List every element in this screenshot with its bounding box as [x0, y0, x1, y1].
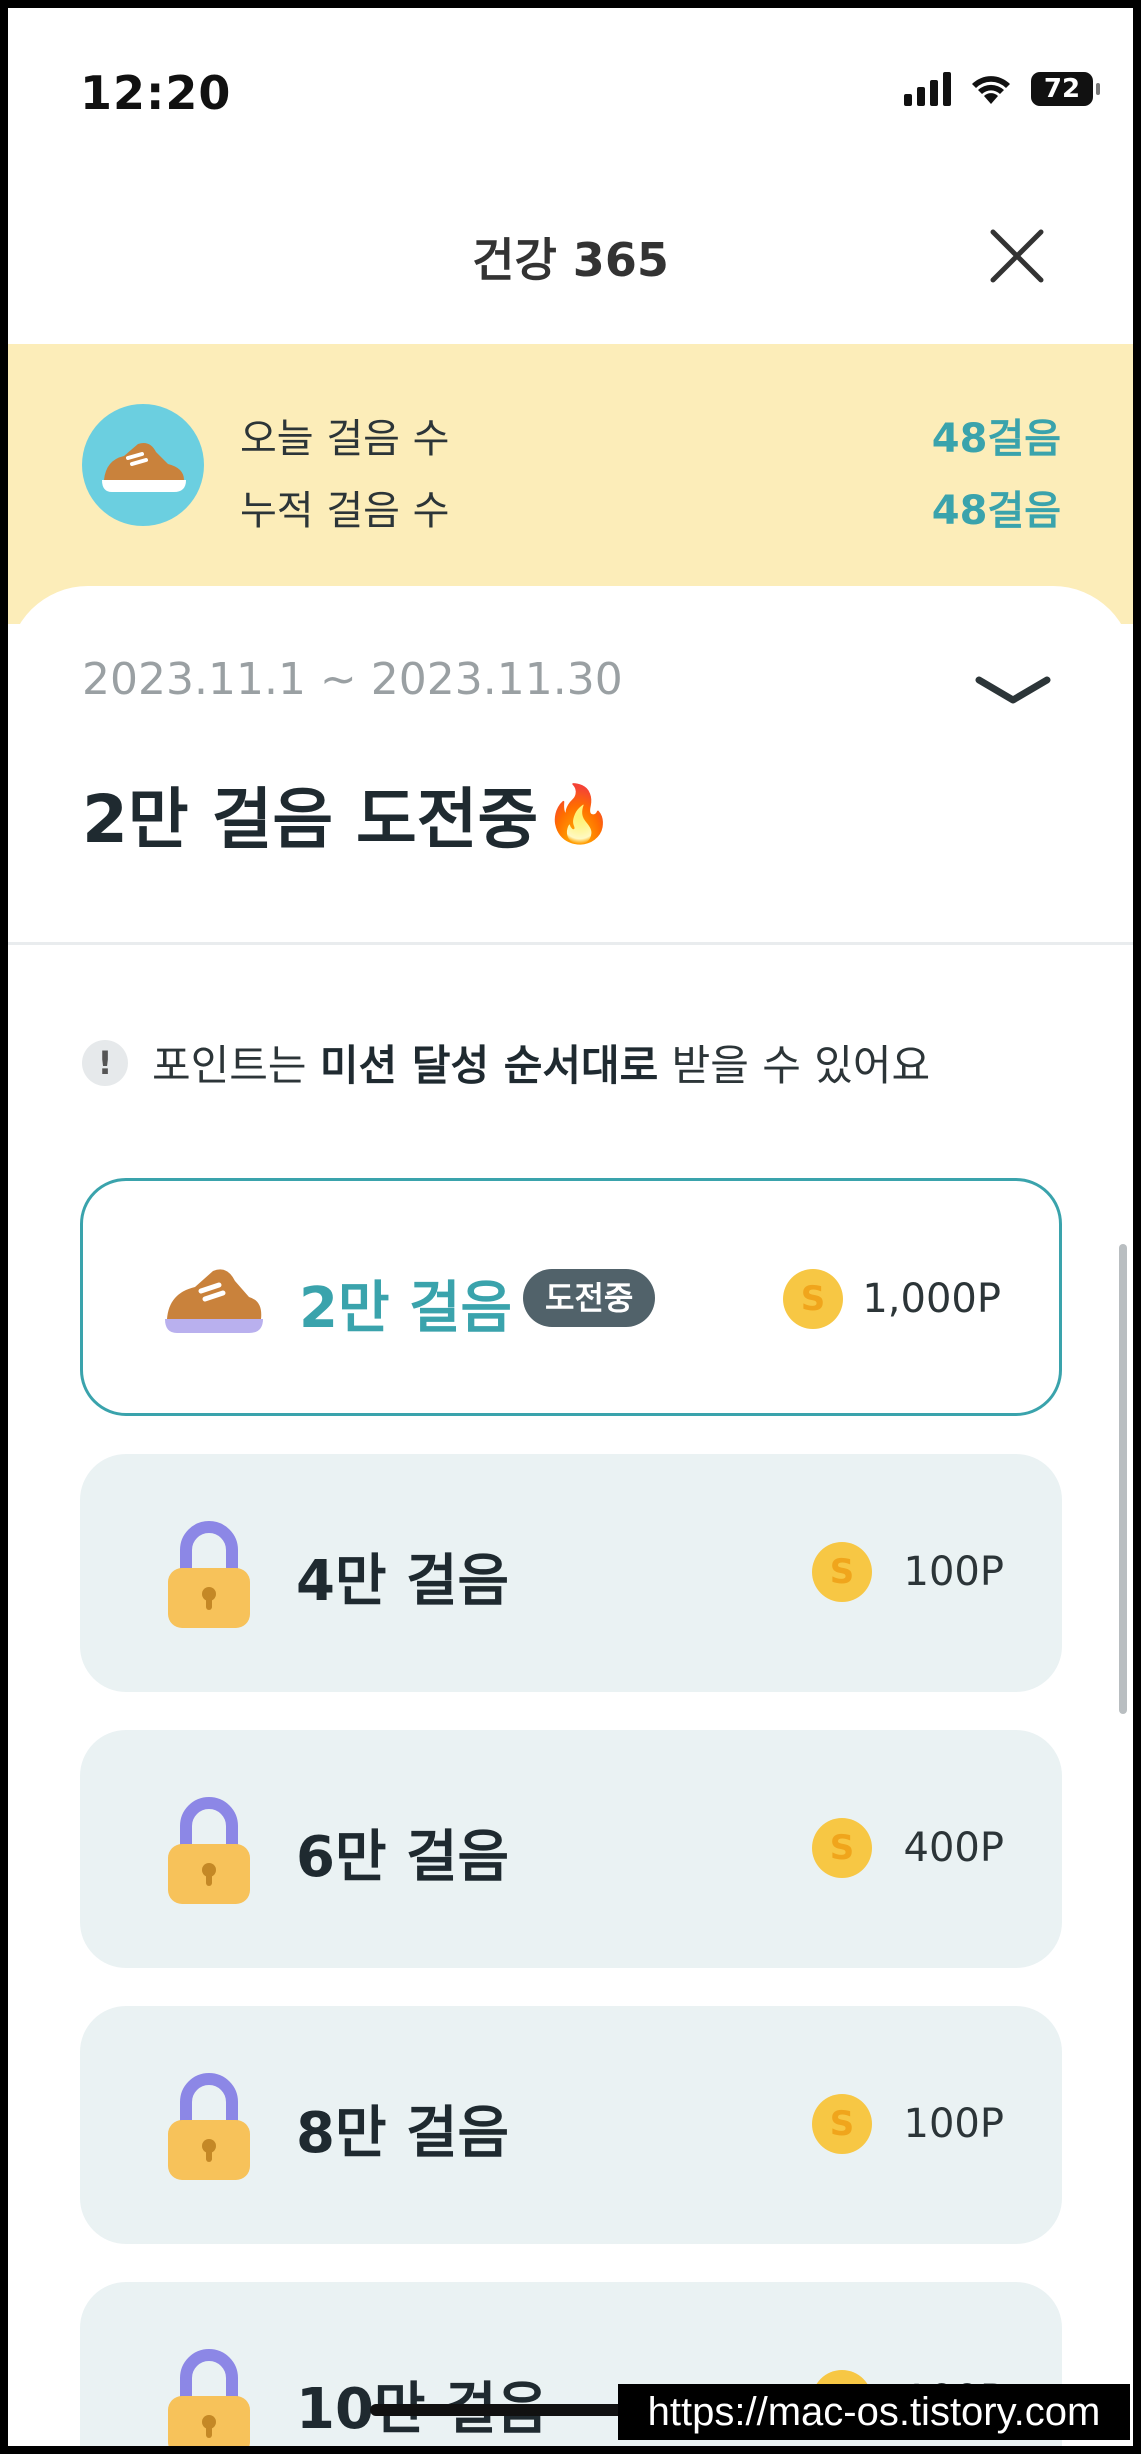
shoe-avatar — [82, 404, 204, 526]
lock-icon — [168, 2073, 250, 2180]
today-steps-label: 오늘 걸음 수 — [240, 416, 450, 462]
mission-card-20k[interactable]: 2만 걸음 도전중 S 1,000P — [80, 1178, 1062, 1416]
shoe-icon — [102, 443, 186, 492]
mission-label: 2만 걸음 — [299, 1276, 513, 1341]
status-badge: 도전중 — [523, 1269, 656, 1327]
status-time: 12:20 — [80, 66, 232, 120]
steps-summary: 오늘 걸음 수 48걸음 누적 걸음 수 48걸음 — [8, 344, 1133, 624]
mission-card-40k[interactable]: 4만 걸음 S 100P — [80, 1454, 1062, 1692]
total-steps-value: 48걸음 — [931, 488, 1061, 534]
nav-bar: 건강 365 — [8, 168, 1133, 344]
wifi-icon — [972, 76, 1010, 104]
shoe-icon — [165, 1269, 263, 1333]
cellular-signal-icon — [904, 72, 951, 106]
watermark-text: https://mac-os.tistory.com — [618, 2384, 1130, 2440]
total-steps-label: 누적 걸음 수 — [240, 488, 450, 534]
challenge-sheet: 2023.11.1 ~ 2023.11.30 2만 걸음 도전중 🔥 ! 포인트… — [8, 586, 1133, 2446]
chevron-down-icon[interactable] — [973, 670, 1053, 710]
status-bar: 12:20 72 — [8, 8, 1133, 168]
mission-label: 6만 걸음 — [296, 1825, 510, 1890]
mission-points: 100P — [903, 1549, 1004, 1595]
coin-icon: S — [812, 1542, 872, 1602]
coin-icon: S — [783, 1269, 843, 1329]
fire-icon: 🔥 — [544, 782, 614, 847]
mission-label: 4만 걸음 — [296, 1549, 510, 1614]
lock-icon — [168, 2349, 250, 2446]
coin-icon: S — [812, 1818, 872, 1878]
challenge-period: 2023.11.1 ~ 2023.11.30 — [82, 654, 623, 705]
points-notice: ! 포인트는 미션 달성 순서대로 받을 수 있어요 — [82, 1032, 930, 1093]
notice-text: 포인트는 미션 달성 순서대로 받을 수 있어요 — [152, 1041, 931, 1090]
lock-icon — [168, 1797, 250, 1904]
scrollbar[interactable] — [1119, 1244, 1127, 1714]
challenge-title-text: 2만 걸음 도전중 — [82, 781, 539, 858]
mission-label: 8만 걸음 — [296, 2101, 510, 2166]
mission-card-80k[interactable]: 8만 걸음 S 100P — [80, 2006, 1062, 2244]
today-steps-value: 48걸음 — [931, 416, 1061, 462]
exclamation-icon: ! — [82, 1039, 128, 1086]
page-title: 건강 365 — [472, 233, 669, 287]
battery-icon: 72 — [1031, 72, 1100, 106]
mission-points: 100P — [903, 2101, 1004, 2147]
coin-icon: S — [812, 2094, 872, 2154]
close-icon[interactable] — [981, 220, 1053, 292]
divider — [8, 942, 1133, 945]
mission-points: 400P — [903, 1825, 1004, 1871]
mission-points: 1,000P — [862, 1276, 1001, 1322]
challenge-title: 2만 걸음 도전중 🔥 — [82, 766, 614, 862]
mission-card-60k[interactable]: 6만 걸음 S 400P — [80, 1730, 1062, 1968]
lock-icon — [168, 1521, 250, 1628]
status-icons: 72 — [904, 72, 1100, 106]
